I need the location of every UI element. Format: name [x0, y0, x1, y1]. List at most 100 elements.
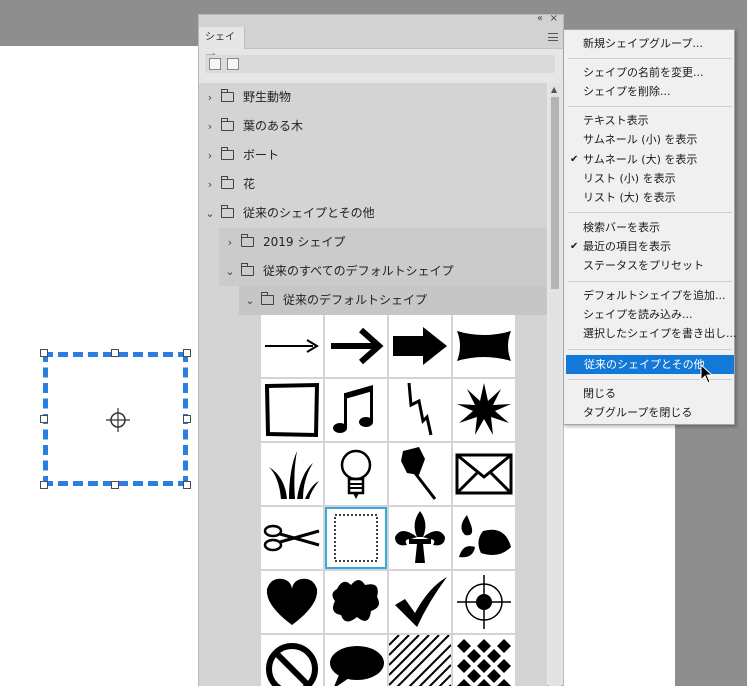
chevron-right-icon[interactable]: ›	[223, 228, 237, 257]
scroll-up-icon[interactable]: ▲	[551, 85, 557, 94]
transform-handle-br[interactable]	[183, 481, 191, 489]
menu-item-small-list[interactable]: リスト (小) を表示	[565, 169, 733, 188]
folder-icon	[241, 234, 254, 247]
shape-checkmark[interactable]	[389, 571, 451, 633]
menu-separator	[568, 58, 732, 59]
transform-handle-bl[interactable]	[40, 481, 48, 489]
menu-item-label: 最近の項目を表示	[583, 240, 671, 253]
menu-item-delete-shape[interactable]: シェイプを削除...	[565, 82, 733, 101]
scrollbar-thumb[interactable]	[551, 97, 559, 289]
transform-handle-tr[interactable]	[183, 349, 191, 357]
menu-item-rename-shape[interactable]: シェイプの名前を変更...	[565, 63, 733, 82]
shape-scissors[interactable]	[261, 507, 323, 569]
mouse-pointer-icon	[700, 364, 714, 384]
menu-separator	[568, 106, 732, 107]
collapse-panel-button[interactable]: «	[537, 13, 543, 24]
tree-item-label: ボート	[243, 148, 280, 162]
menu-separator	[568, 281, 732, 282]
menu-item-small-thumbnail[interactable]: サムネール (小) を表示	[565, 130, 733, 149]
menu-item-new-shape-group[interactable]: 新規シェイプグループ...	[565, 34, 733, 53]
tree-item-2019-shapes[interactable]: › 2019 シェイプ	[219, 228, 547, 257]
shape-heart[interactable]	[261, 571, 323, 633]
checkmark-icon: ✔	[570, 241, 579, 252]
panel-tabbar: シェイプ	[199, 27, 563, 65]
menu-item-label: サムネール (大) を表示	[583, 153, 698, 166]
checkmark-icon: ✔	[570, 154, 579, 165]
folder-icon	[261, 292, 274, 305]
shape-frame-rough[interactable]	[261, 379, 323, 441]
panel-menu-icon[interactable]	[548, 33, 558, 41]
menu-item-import-shapes[interactable]: シェイプを読み込み...	[565, 305, 733, 324]
folder-icon	[221, 176, 234, 189]
shape-thumbnail-grid	[261, 315, 517, 686]
reference-point-icon[interactable]	[106, 408, 130, 432]
menu-item-text-only[interactable]: テキスト表示	[565, 111, 733, 130]
transform-handle-tl[interactable]	[40, 349, 48, 357]
chevron-right-icon[interactable]: ›	[203, 170, 217, 199]
tree-item-label: 従来のシェイプとその他	[243, 206, 375, 220]
shape-target[interactable]	[453, 571, 515, 633]
tree-item-legacy-default[interactable]: ⌄ 従来のデフォルトシェイプ	[239, 286, 547, 315]
menu-item-show-recent[interactable]: ✔ 最近の項目を表示	[565, 237, 733, 256]
chevron-down-icon[interactable]: ⌄	[203, 199, 217, 228]
menu-item-close[interactable]: 閉じる	[565, 384, 733, 403]
menu-item-preset-status[interactable]: ステータスをプリセット	[565, 256, 733, 275]
shape-blob[interactable]	[325, 571, 387, 633]
shape-arrow-bold[interactable]	[325, 315, 387, 377]
shape-starburst[interactable]	[453, 379, 515, 441]
shape-arrow-heavy[interactable]	[389, 315, 451, 377]
chevron-down-icon[interactable]: ⌄	[223, 257, 237, 286]
tree-item-label: 花	[243, 177, 256, 191]
shape-fleur-de-lis[interactable]	[389, 507, 451, 569]
menu-separator	[568, 212, 732, 213]
tree-item-flowers[interactable]: › 花	[199, 170, 547, 199]
chevron-down-icon[interactable]: ⌄	[243, 286, 257, 315]
tab-shapes[interactable]: シェイプ	[199, 27, 245, 65]
shape-envelope[interactable]	[453, 443, 515, 505]
shape-pushpin[interactable]	[389, 443, 451, 505]
folder-icon	[221, 147, 234, 160]
tree-item-label: 葉のある木	[243, 119, 304, 133]
menu-separator	[568, 349, 732, 350]
scrollbar[interactable]: ▲	[549, 83, 561, 686]
shape-hatch-lines[interactable]	[388, 634, 452, 686]
shape-diamond-checker[interactable]	[453, 635, 515, 686]
chevron-right-icon[interactable]: ›	[203, 112, 217, 141]
folder-icon	[221, 89, 234, 102]
menu-item-show-search-bar[interactable]: 検索バーを表示	[565, 218, 733, 237]
chevron-right-icon[interactable]: ›	[203, 141, 217, 170]
menu-item-close-tab-group[interactable]: タブグループを閉じる	[565, 403, 733, 422]
menu-item-append-default[interactable]: デフォルトシェイプを追加...	[565, 286, 733, 305]
tree-item-all-legacy-default[interactable]: ⌄ 従来のすべてのデフォルトシェイプ	[219, 257, 547, 286]
tree-item-trees[interactable]: › 葉のある木	[199, 112, 547, 141]
shape-stamp-frame[interactable]	[325, 507, 387, 569]
shape-lightbulb[interactable]	[325, 443, 387, 505]
folder-icon	[241, 263, 254, 276]
panel-header-strip: « ×	[199, 13, 563, 27]
menu-item-large-list[interactable]: リスト (大) を表示	[565, 188, 733, 207]
menu-item-export-selected[interactable]: 選択したシェイプを書き出し...	[565, 324, 737, 343]
view-toggle-grid[interactable]	[227, 58, 239, 70]
shape-banner[interactable]	[453, 315, 515, 377]
tree-item-boats[interactable]: › ボート	[199, 141, 547, 170]
shape-grass[interactable]	[261, 443, 323, 505]
transform-handle-mr[interactable]	[183, 415, 191, 423]
shape-ornament-leaf[interactable]	[453, 507, 515, 569]
chevron-right-icon[interactable]: ›	[203, 83, 217, 112]
transform-handle-bm[interactable]	[111, 481, 119, 489]
shape-no-sign[interactable]	[261, 635, 323, 686]
shape-music-notes[interactable]	[325, 379, 387, 441]
transform-handle-tm[interactable]	[111, 349, 119, 357]
close-panel-button[interactable]: ×	[550, 13, 558, 24]
tree-item-legacy-shapes[interactable]: ⌄ 従来のシェイプとその他	[199, 199, 547, 228]
shape-lightning[interactable]	[389, 379, 451, 441]
transform-handle-ml[interactable]	[40, 415, 48, 423]
search-bar[interactable]	[205, 55, 555, 73]
shape-arrow-thin[interactable]	[261, 315, 323, 377]
tree-item-wildlife[interactable]: › 野生動物	[199, 83, 547, 112]
view-toggle-list[interactable]	[209, 58, 221, 70]
shape-speech-bubble[interactable]	[325, 635, 387, 686]
tree-item-label: 野生動物	[243, 90, 292, 104]
menu-item-large-thumbnail[interactable]: ✔ サムネール (大) を表示	[565, 150, 733, 169]
shapes-panel: « × シェイプ › 野生動物 › 葉のある木 › ボート › 花	[198, 13, 564, 686]
